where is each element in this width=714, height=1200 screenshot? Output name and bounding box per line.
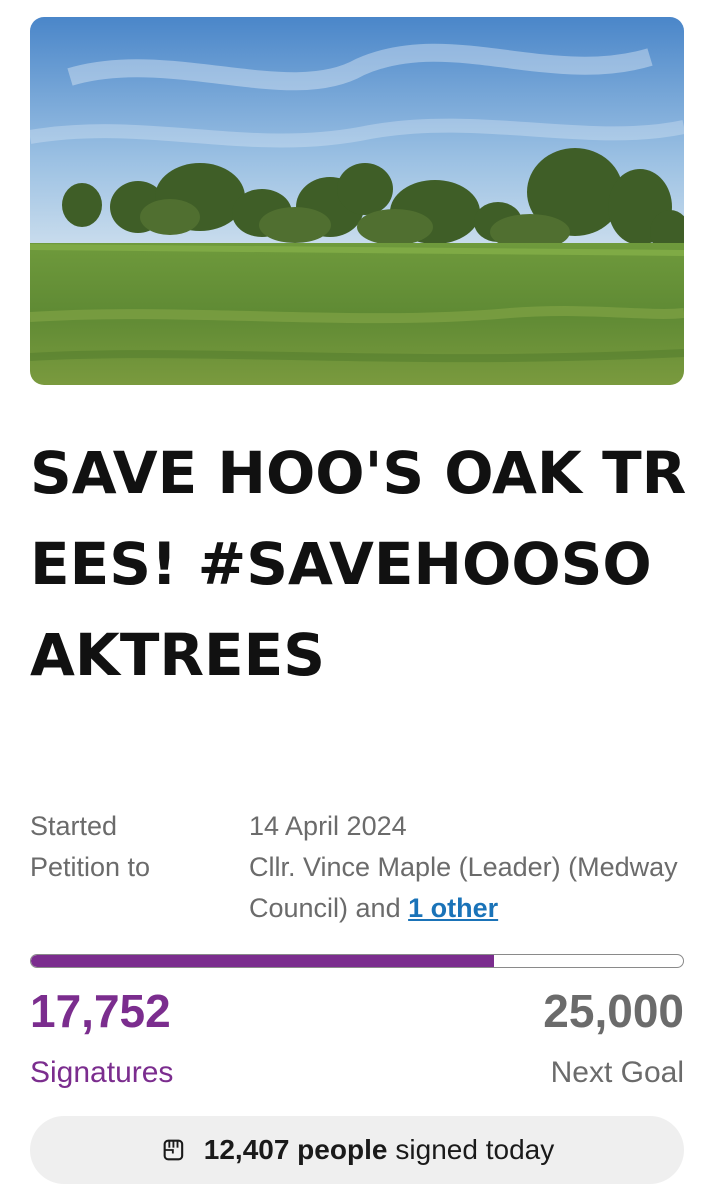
signed-today-suffix: signed today bbox=[395, 1134, 555, 1165]
signature-progress-fill bbox=[31, 955, 494, 967]
started-date: 14 April 2024 bbox=[249, 811, 407, 841]
started-row: Started 14 April 2024 bbox=[30, 806, 690, 847]
petition-to-row: Petition to Cllr. Vince Maple (Leader) (… bbox=[30, 847, 690, 929]
other-targets-link[interactable]: 1 other bbox=[408, 893, 498, 923]
goal-count: 25,000 bbox=[543, 985, 684, 1037]
raised-fist-icon bbox=[163, 1139, 183, 1161]
signatures-label: Signatures bbox=[30, 1056, 174, 1089]
goal-label: Next Goal bbox=[550, 1056, 684, 1089]
signed-today-banner: 12,407 people signed today bbox=[30, 1116, 684, 1184]
petition-to-value: Cllr. Vince Maple (Leader) (Medway Counc… bbox=[249, 847, 690, 929]
petition-hero-image bbox=[30, 17, 684, 385]
signature-count: 17,752 bbox=[30, 985, 171, 1037]
petition-to-label: Petition to bbox=[30, 852, 151, 882]
signature-progress-bar bbox=[30, 954, 684, 968]
petition-title: SAVE HOO'S OAK TREES! #SAVEHOOSOAKTREES bbox=[30, 439, 687, 689]
petition-meta: Started 14 April 2024 Petition to Cllr. … bbox=[30, 806, 690, 929]
signed-today-count: 12,407 people bbox=[203, 1134, 388, 1165]
started-label: Started bbox=[30, 811, 118, 841]
